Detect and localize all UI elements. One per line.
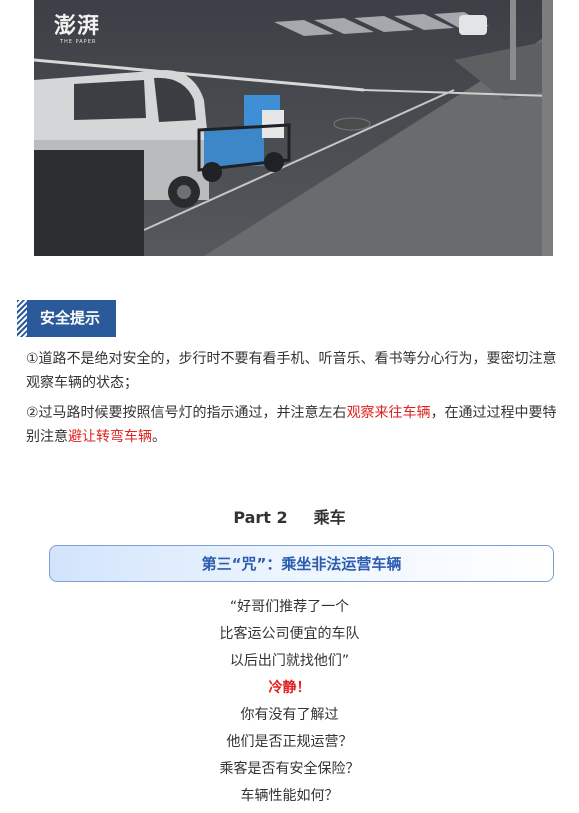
stripe-decoration <box>17 300 27 337</box>
curse-title-box: 第三“咒”：乘坐非法运营车辆 <box>49 545 554 582</box>
curse-title: 第三“咒”：乘坐非法运营车辆 <box>201 555 402 573</box>
part-number: Part 2 <box>233 508 288 527</box>
part-name: 乘车 <box>313 508 346 527</box>
part-heading: Part 2 乘车 <box>0 506 579 530</box>
tip-text: ①道路不是绝对安全的，步行时不要有看手机、听音乐、看书等分心行为，要密切注意观察… <box>26 351 557 391</box>
highlight-text: 观察来往车辆 <box>346 405 431 421</box>
quote-line: “好哥们推荐了一个 <box>229 599 350 615</box>
watermark-subtext: THE PAPER <box>60 39 97 45</box>
tip-text: 。 <box>152 429 166 445</box>
tip-paragraph-1: ①道路不是绝对安全的，步行时不要有看手机、听音乐、看书等分心行为，要密切注意观察… <box>26 347 561 395</box>
quote-line: 比客运公司便宜的车队 <box>219 626 360 642</box>
question-line: 你有没有了解过 <box>240 707 339 723</box>
watermark-logo: 澎湃 <box>54 13 101 39</box>
calm-callout: 冷静！ <box>268 680 311 696</box>
question-line: 他们是否正规运营？ <box>226 734 353 750</box>
street-scene-image <box>34 0 553 256</box>
quote-line: 以后出门就找他们” <box>229 653 350 669</box>
highlight-text: 避让转弯车辆 <box>68 429 152 445</box>
safety-tip-label: 安全提示 <box>27 300 117 337</box>
question-line: 乘客是否有安全保险？ <box>219 761 360 777</box>
question-line: 车辆性能如何？ <box>240 788 339 804</box>
safety-tip-header: 安全提示 <box>17 300 117 337</box>
tip-paragraph-2: ②过马路时候要按照信号灯的指示通过，并注意左右观察来往车辆，在通过过程中要特别注… <box>26 401 561 449</box>
quote-block: “好哥们推荐了一个 比客运公司便宜的车队 以后出门就找他们” 冷静！ 你有没有了… <box>0 594 579 810</box>
surveillance-photo: 澎湃 THE PAPER <box>34 0 553 256</box>
tip-text: ②过马路时候要按照信号灯的指示通过，并注意左右 <box>26 405 347 421</box>
